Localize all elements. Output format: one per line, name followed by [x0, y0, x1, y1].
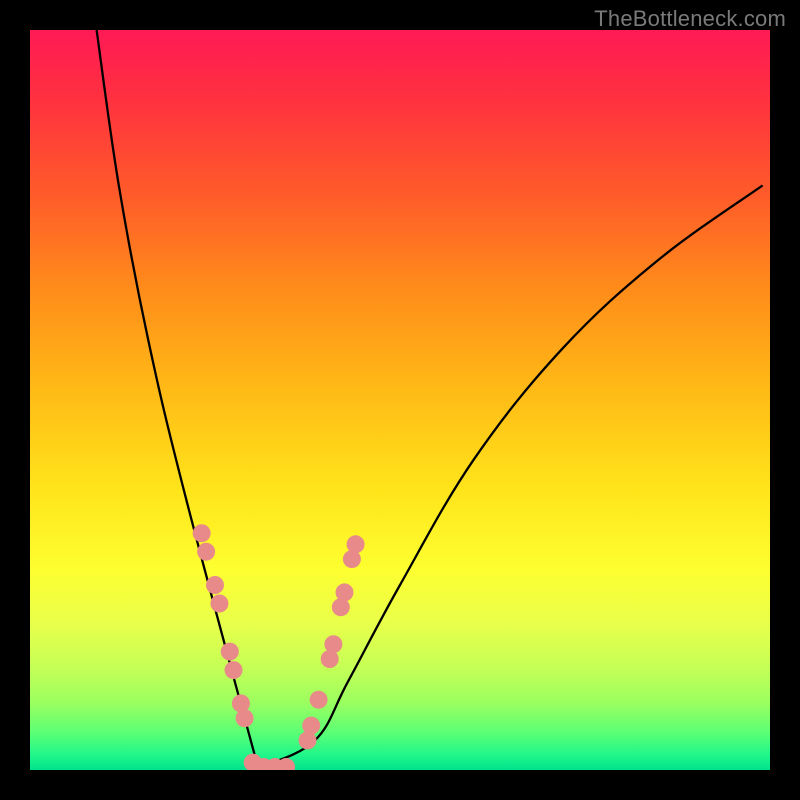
marker-group: [193, 524, 365, 770]
curve-marker: [302, 717, 320, 735]
curve-line: [97, 30, 763, 770]
curve-marker: [206, 576, 224, 594]
curve-marker: [210, 595, 228, 613]
curve-marker: [324, 635, 342, 653]
curve-marker: [236, 709, 254, 727]
curve-marker: [221, 643, 239, 661]
curve-marker: [225, 661, 243, 679]
plot-area: [30, 30, 770, 770]
chart-container: TheBottleneck.com: [0, 0, 800, 800]
curve-marker: [197, 543, 215, 561]
curve-marker: [347, 535, 365, 553]
curve-marker: [336, 583, 354, 601]
watermark-text: TheBottleneck.com: [594, 6, 786, 32]
curve-marker: [310, 691, 328, 709]
chart-svg: [30, 30, 770, 770]
curve-marker: [193, 524, 211, 542]
